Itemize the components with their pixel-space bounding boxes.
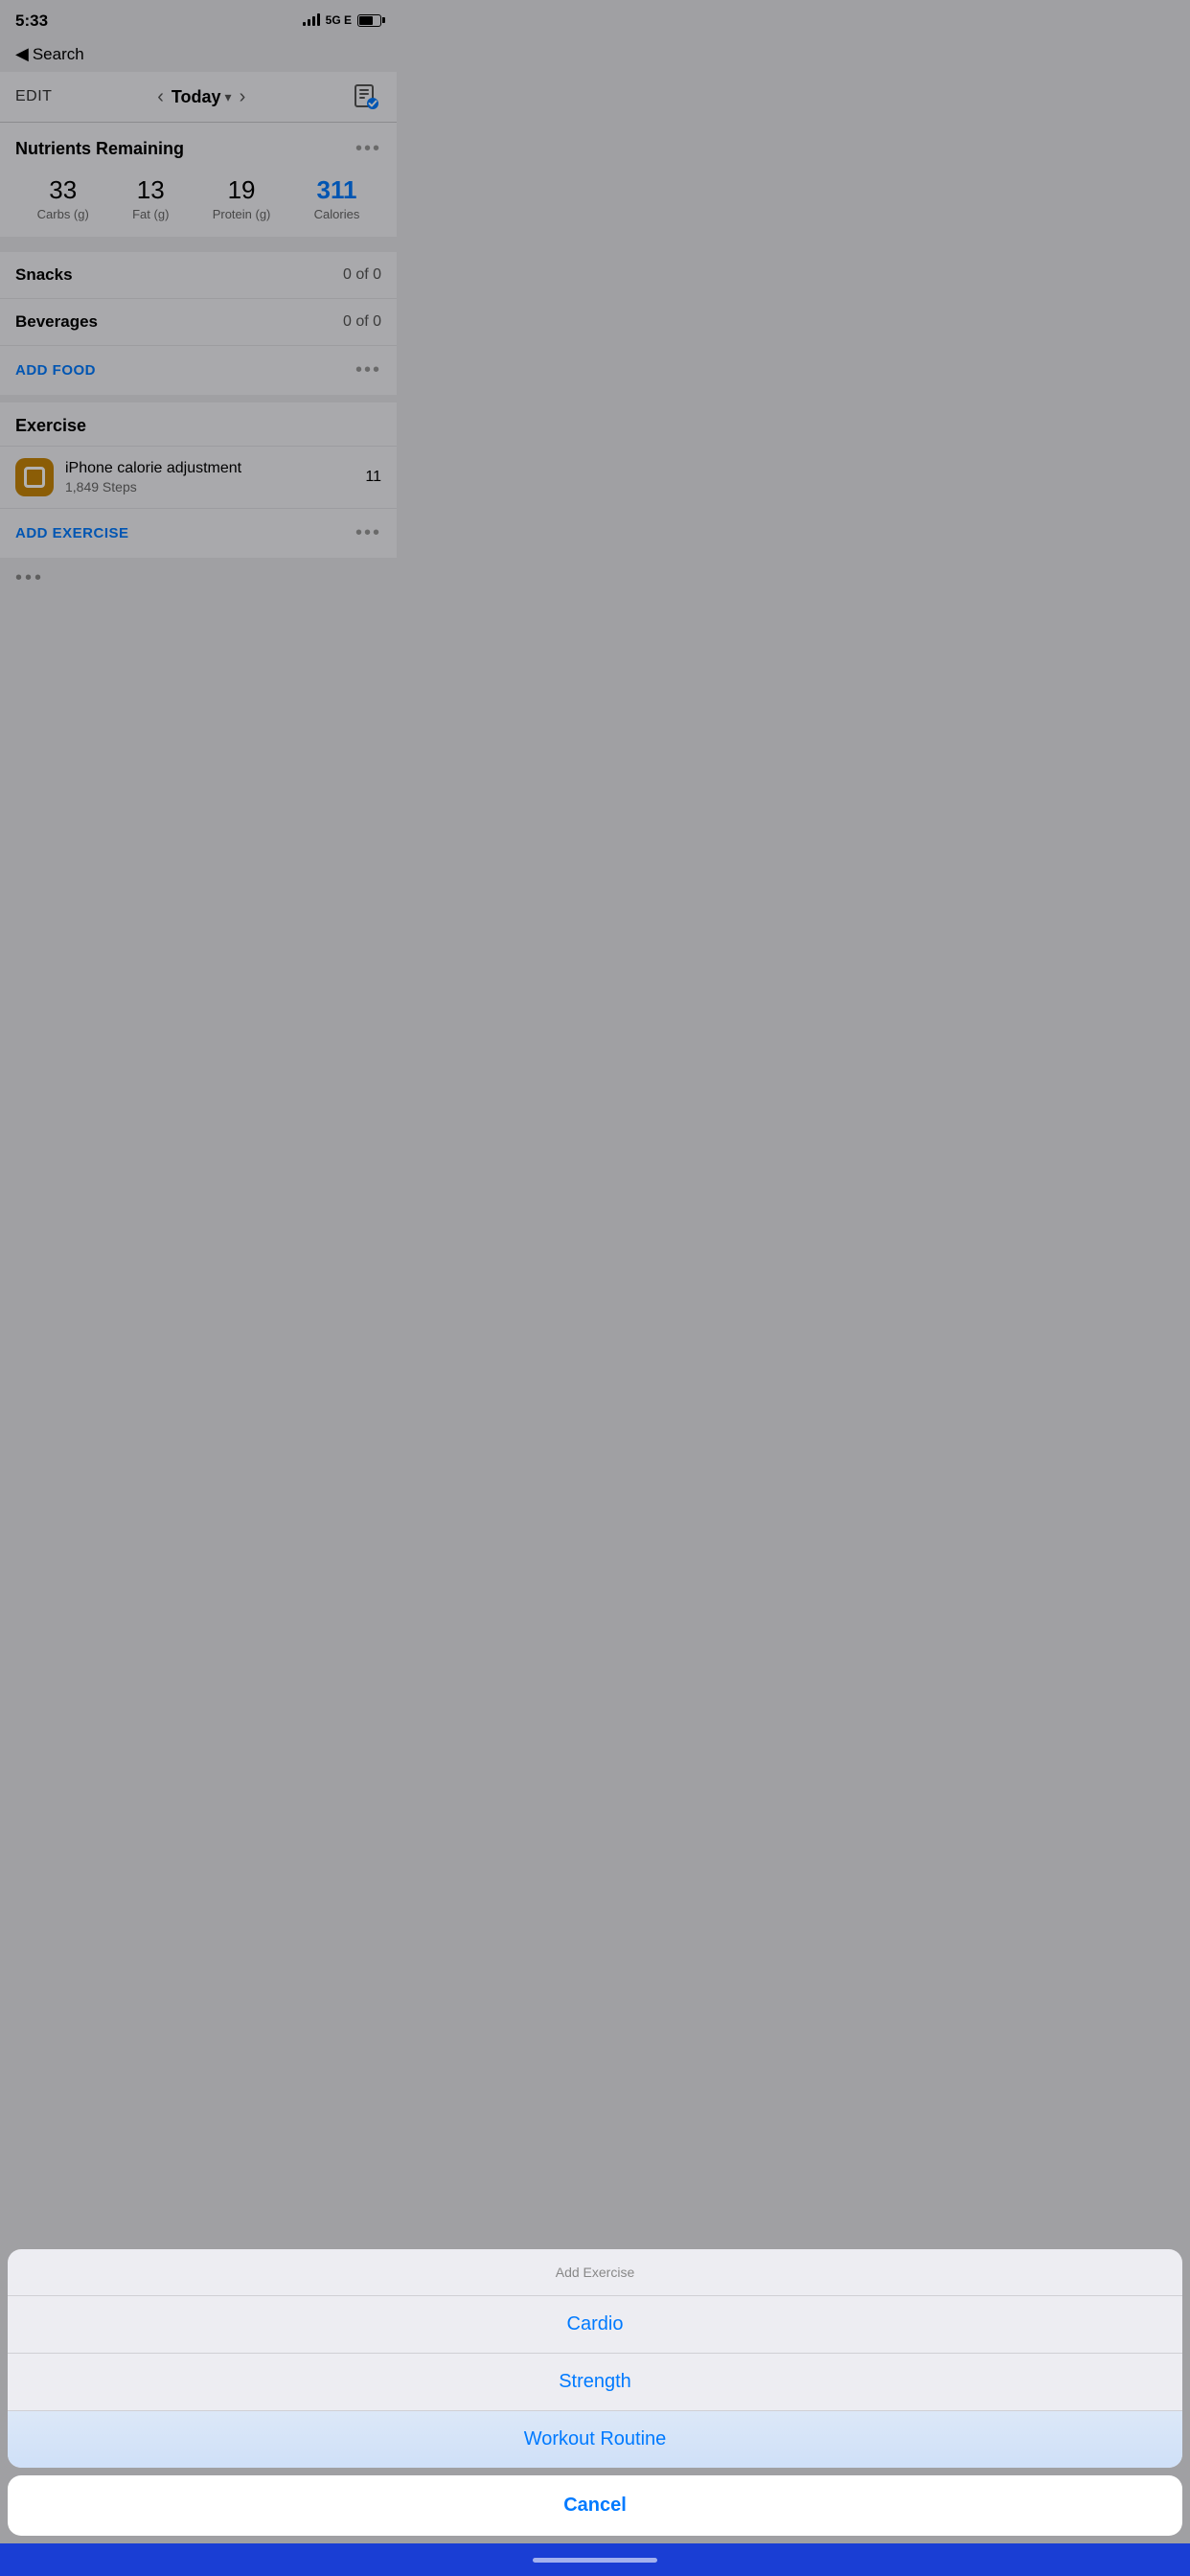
strength-option[interactable]: Strength [8, 2354, 1182, 2411]
home-indicator [533, 2558, 657, 2563]
action-sheet-title: Add Exercise [8, 2249, 1182, 2296]
action-sheet-group: Add Exercise Cardio Strength Workout Rou… [8, 2249, 1182, 2468]
workout-routine-option[interactable]: Workout Routine [8, 2411, 1182, 2468]
home-indicator-bar [0, 2543, 1190, 2576]
cardio-option[interactable]: Cardio [8, 2296, 1182, 2354]
action-sheet: Add Exercise Cardio Strength Workout Rou… [0, 2249, 1190, 2543]
cancel-button[interactable]: Cancel [8, 2475, 1182, 2536]
dim-overlay [0, 0, 1190, 2543]
action-sheet-overlay: Add Exercise Cardio Strength Workout Rou… [0, 2249, 1190, 2576]
